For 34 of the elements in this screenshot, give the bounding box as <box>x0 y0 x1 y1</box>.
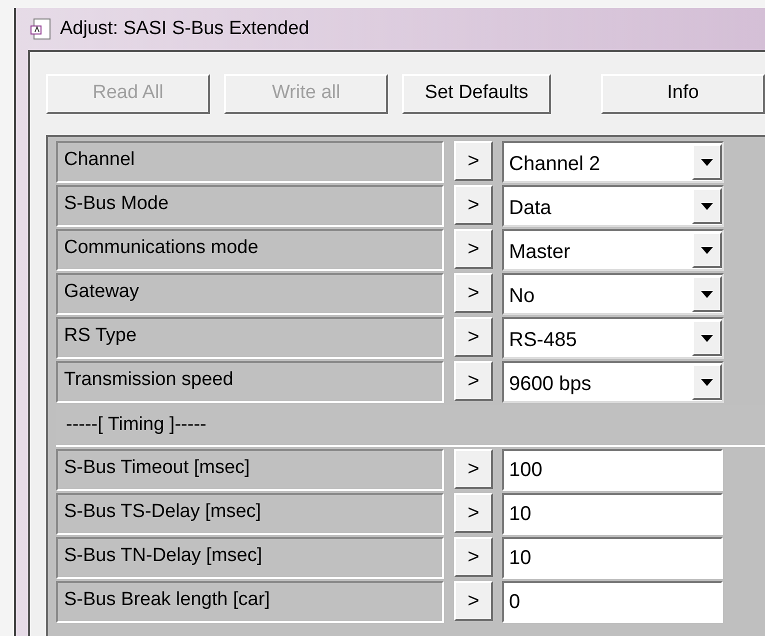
section-label: -----[ Timing ]----- <box>66 412 206 437</box>
property-label: Communications mode <box>56 229 444 271</box>
property-label: Channel <box>56 141 444 183</box>
input-field[interactable]: 10 <box>502 493 723 535</box>
expand-button[interactable]: > <box>454 537 493 577</box>
window-title: Adjust: SASI S-Bus Extended <box>60 16 310 41</box>
dropdown[interactable]: Channel 2 <box>502 141 724 183</box>
dropdown[interactable]: RS-485 <box>502 317 724 359</box>
expand-button[interactable]: > <box>454 273 493 313</box>
toolbar-button[interactable]: Info <box>600 74 765 114</box>
expand-button[interactable]: > <box>454 185 493 225</box>
property-label: S-Bus TS-Delay [msec] <box>56 493 444 535</box>
input-field[interactable]: 100 <box>502 449 723 491</box>
property-label: S-Bus TN-Delay [msec] <box>56 537 444 579</box>
toolbar-button[interactable]: Set Defaults <box>402 74 551 114</box>
input-field[interactable]: 0 <box>502 581 723 623</box>
dropdown[interactable]: Master <box>502 229 724 271</box>
property-label: S-Bus Timeout [msec] <box>56 449 444 491</box>
property-label: Gateway <box>56 273 444 315</box>
dropdown[interactable]: Data <box>502 185 724 227</box>
expand-button[interactable]: > <box>454 493 493 533</box>
expand-button[interactable]: > <box>454 361 493 401</box>
dropdown[interactable]: 9600 bps <box>502 361 724 403</box>
property-label: S-Bus Mode <box>56 185 444 227</box>
expand-button[interactable]: > <box>454 449 493 489</box>
property-label: Transmission speed <box>56 361 444 403</box>
expand-button[interactable]: > <box>454 229 493 269</box>
expand-button[interactable]: > <box>454 141 493 181</box>
property-label: S-Bus Break length [car] <box>56 581 444 623</box>
expand-button[interactable]: > <box>454 317 493 357</box>
dropdown[interactable]: No <box>502 273 724 315</box>
input-field[interactable]: 10 <box>502 537 723 579</box>
property-label: RS Type <box>56 317 444 359</box>
expand-button[interactable]: > <box>454 581 493 621</box>
